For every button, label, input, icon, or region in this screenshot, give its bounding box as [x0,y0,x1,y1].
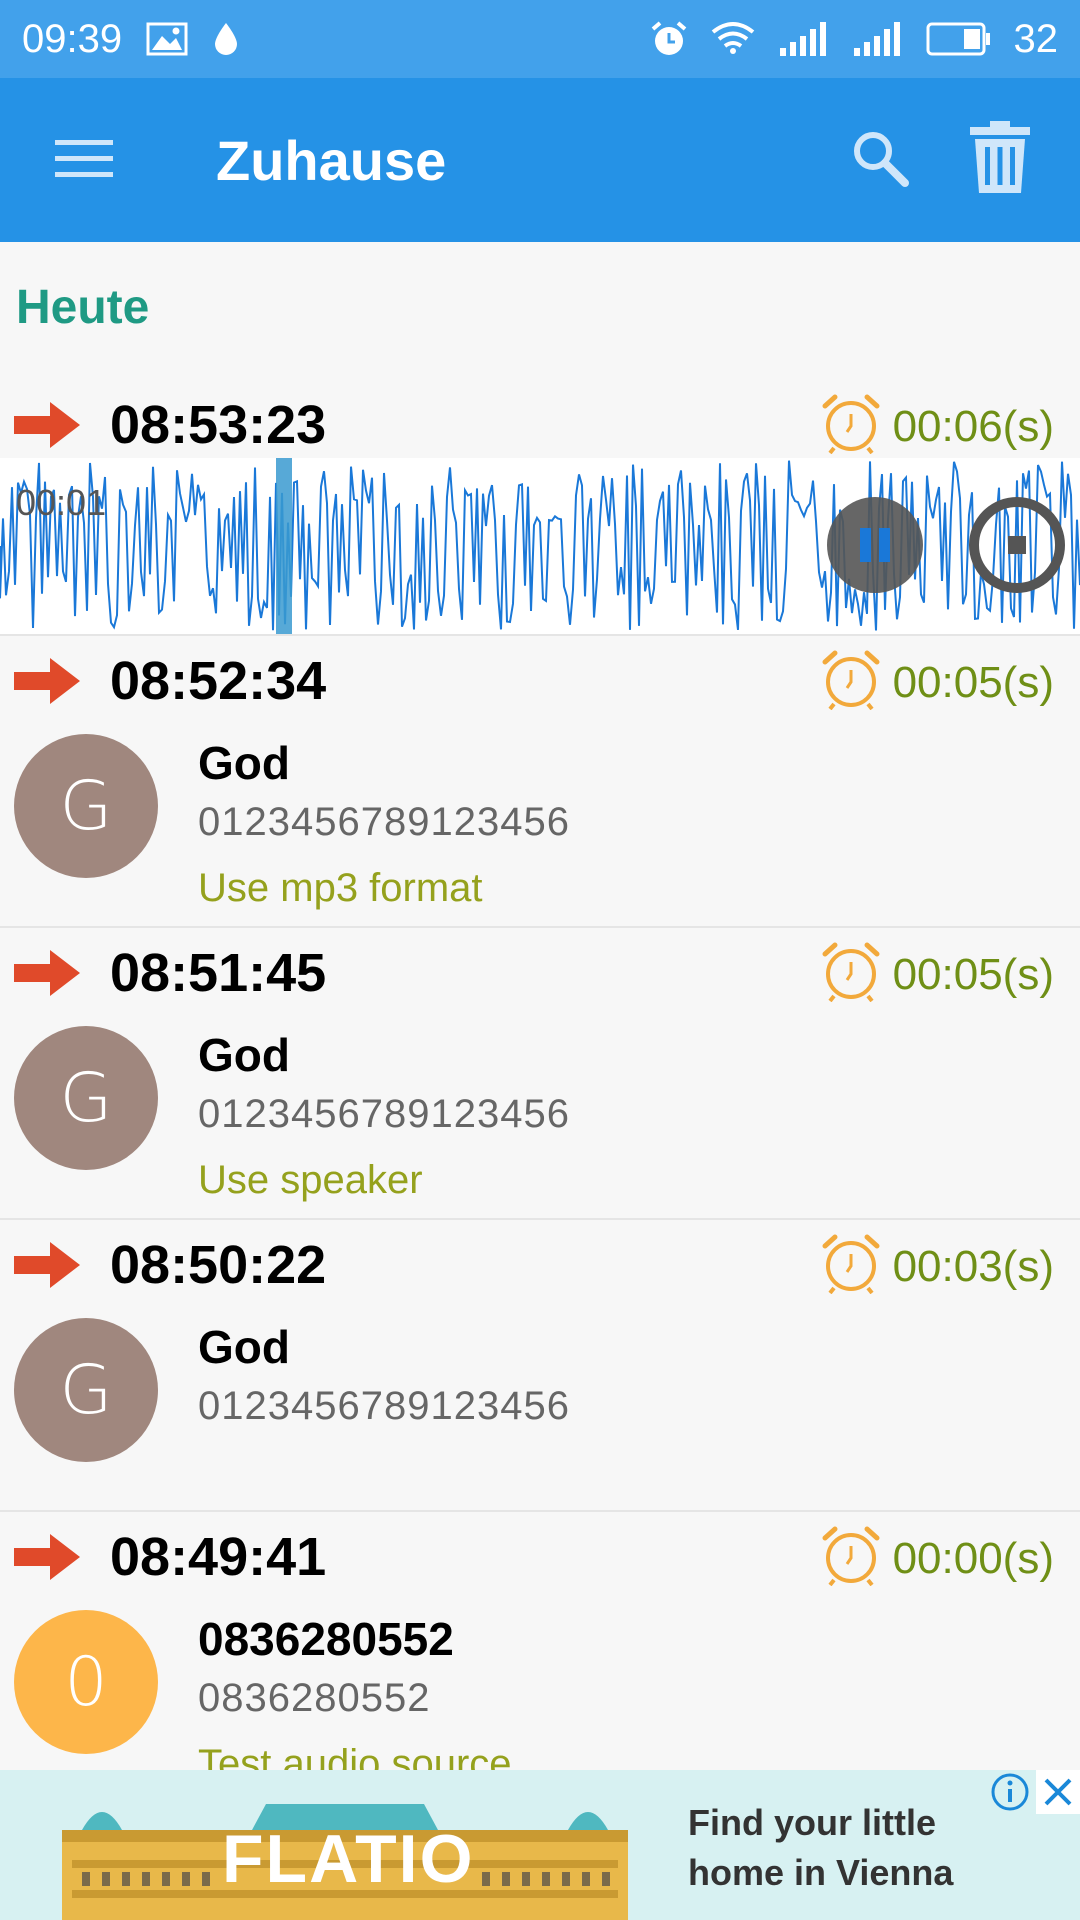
recording-time: 08:49:41 [110,1527,327,1587]
recording-time: 08:52:34 [110,651,327,711]
recording-item[interactable]: 08:51:45 00:05(s) G God 0123456789123456… [0,928,1080,1220]
contact-avatar: G [14,1026,158,1170]
contact-avatar: G [14,734,158,878]
search-button[interactable] [820,78,940,242]
outgoing-call-arrow-icon [14,1242,80,1293]
signal-icon [778,20,830,58]
recording-item[interactable]: 08:52:34 00:05(s) G God 0123456789123456… [0,636,1080,928]
ad-close-icon[interactable] [1036,1770,1080,1814]
contact-name: God [198,737,290,789]
recording-time: 08:53:23 [110,395,327,455]
playhead[interactable] [276,458,292,634]
recording-duration: 00:00(s) [892,1534,1054,1583]
contact-number: 0836280552 [198,1676,431,1720]
contact-avatar: 0 [14,1610,158,1754]
recording-note: Test audio source [198,1742,512,1770]
alarm-status-icon [650,20,688,58]
alarm-clock-icon [820,1524,882,1591]
recording-note: Use mp3 format [198,866,483,910]
contact-name: God [198,1321,290,1373]
alarm-clock-icon [820,392,882,459]
ad-tagline-line2: home in Vienna [688,1852,954,1893]
wifi-icon [710,20,756,58]
recording-time: 08:51:45 [110,943,327,1003]
audio-waveform-player[interactable]: 00:01 [0,458,1080,634]
ad-info-icon[interactable] [988,1770,1032,1814]
ad-banner[interactable]: FLATIO Find your little home in Vienna [0,1770,1080,1920]
recording-duration: 00:03(s) [892,1242,1054,1291]
battery-icon [926,22,992,56]
recording-item[interactable]: 08:50:22 00:03(s) G God 0123456789123456 [0,1220,1080,1512]
contact-number: 0123456789123456 [198,1092,570,1136]
battery-level: 32 [1013,16,1059,61]
hamburger-icon [55,138,113,183]
status-time: 09:39 [22,16,123,61]
outgoing-call-arrow-icon [14,658,80,709]
stop-icon [968,497,1066,598]
recording-duration: 00:05(s) [892,658,1054,707]
outgoing-call-arrow-icon [14,1534,80,1585]
alarm-clock-icon [820,1232,882,1299]
app-bar: Zuhause [0,78,1080,242]
ad-brand: FLATIO [222,1821,475,1897]
alarm-clock-icon [820,648,882,715]
search-icon [851,129,909,192]
recording-note: Use speaker [198,1158,423,1202]
section-header-today: Heute [16,281,150,334]
recording-time: 08:50:22 [110,1235,327,1295]
contact-name: 0836280552 [198,1613,454,1665]
recording-duration: 00:06(s) [892,402,1054,451]
pause-button[interactable] [826,496,924,599]
menu-button[interactable] [0,78,168,242]
contact-number: 0123456789123456 [198,800,570,844]
status-bar: 09:39 32 [0,0,1080,78]
playback-position: 00:01 [16,482,107,523]
page-title: Zuhause [216,128,447,192]
drop-icon [212,21,240,57]
delete-button[interactable] [940,78,1060,242]
contact-number: 0123456789123456 [198,1384,570,1428]
trash-icon [970,120,1030,200]
alarm-clock-icon [820,940,882,1007]
contact-name: God [198,1029,290,1081]
signal-3g-icon [852,20,904,58]
ad-tagline: Find your little home in Vienna [688,1798,1028,1898]
stop-button[interactable] [968,496,1066,599]
pause-icon [826,497,924,598]
contact-avatar: G [14,1318,158,1462]
recording-item[interactable]: 08:49:41 00:00(s) 0 0836280552 083628055… [0,1512,1080,1770]
image-icon [146,22,188,56]
outgoing-call-arrow-icon [14,950,80,1001]
ad-tagline-line1: Find your little [688,1802,936,1843]
recording-duration: 00:05(s) [892,950,1054,999]
outgoing-call-arrow-icon [14,402,80,453]
